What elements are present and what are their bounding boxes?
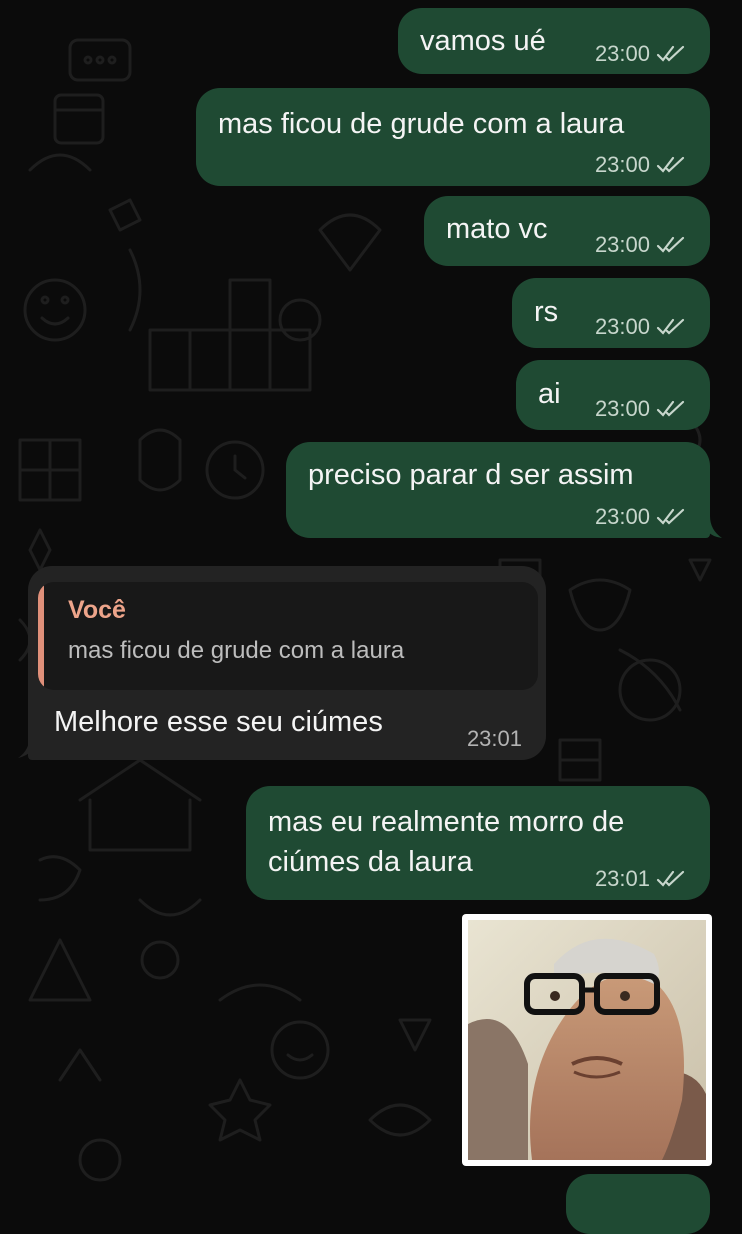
message-text: rs [534,296,559,328]
message-meta: 23:01 [595,866,686,892]
message-bubble[interactable]: vamos ué 23:00 [398,8,710,74]
message-bubble-partial[interactable] [566,1174,710,1234]
read-ticks-icon [656,400,685,417]
message-bubble[interactable]: mas ficou de grude com a laura 23:00 [196,88,710,186]
read-ticks-icon [656,508,685,525]
message-time: 23:00 [594,314,650,339]
quote-author: Você [68,596,126,624]
message-bubble[interactable]: mato vc 23:00 [424,196,710,266]
message-text: Melhore esse seu ciúmes [54,706,383,738]
message-time: 23:00 [594,504,650,529]
read-ticks-icon [656,45,685,62]
message-time: 23:01 [594,866,650,891]
message-text: mas ficou de grude com a laura [218,108,625,140]
quoted-reply[interactable]: Você mas ficou de grude com a laura [38,582,538,690]
message-meta: 23:00 [595,504,686,530]
message-bubble[interactable]: mas eu realmente morro de ciúmes da laur… [246,786,710,900]
message-time: 23:00 [594,396,650,421]
message-bubble[interactable]: rs 23:00 [512,278,710,348]
message-bubble[interactable]: ai 23:00 [516,360,710,430]
photo-man-with-glasses [468,920,706,1160]
message-meta: 23:00 [595,314,686,340]
bubble-tail [700,516,722,538]
read-ticks-icon [656,870,685,887]
message-time: 23:00 [594,41,650,66]
quote-text: mas ficou de grude com a laura [68,637,405,664]
message-bubble[interactable]: preciso parar d ser assim 23:00 [286,442,710,538]
message-meta: 23:00 [595,152,686,178]
read-ticks-icon [656,318,685,335]
message-time: 23:00 [594,152,650,177]
message-time: 23:00 [594,232,650,257]
message-meta: 23:01 [467,726,522,752]
message-meta: 23:00 [595,232,686,258]
message-text-line-1: mas eu realmente morro de [268,806,625,838]
message-text-line-2: ciúmes da laura [268,846,473,878]
read-ticks-icon [656,156,685,173]
quote-accent-bar [38,582,44,690]
image-message[interactable] [462,914,712,1166]
message-meta: 23:00 [595,396,686,422]
message-text: vamos ué [420,25,546,57]
message-time: 23:01 [466,726,522,751]
message-meta: 23:00 [595,41,686,67]
message-text: mato vc [446,213,548,245]
message-text: preciso parar d ser assim [308,459,634,491]
message-text: ai [538,378,561,410]
read-ticks-icon [656,236,685,253]
